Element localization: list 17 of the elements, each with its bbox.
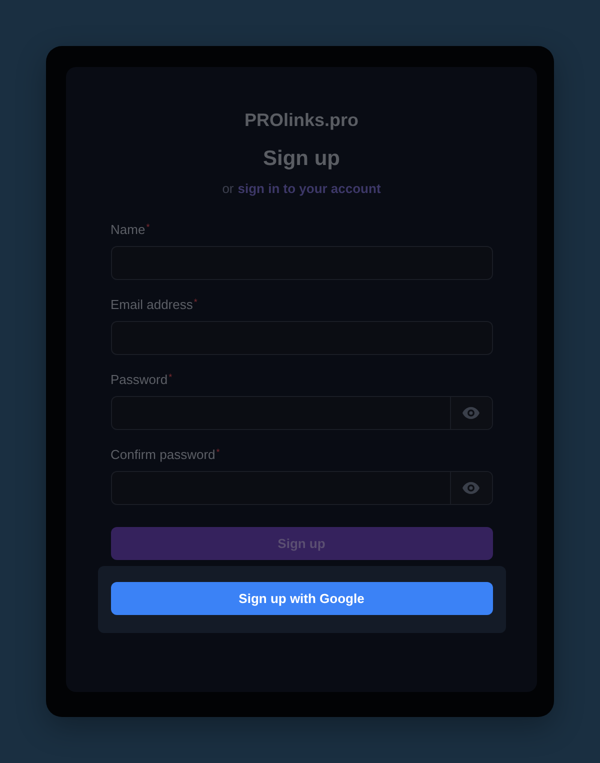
- field-label: Confirm password: [110, 447, 216, 462]
- required-marker: *: [194, 297, 198, 307]
- password-field[interactable]: [110, 396, 492, 430]
- brand-title: PROlinks.pro: [244, 110, 359, 131]
- sign-in-link[interactable]: sign in to your account: [238, 181, 381, 196]
- subtitle-text: or: [222, 181, 234, 196]
- password-field[interactable]: [110, 471, 492, 505]
- eye-icon: [462, 482, 480, 494]
- required-marker: *: [146, 222, 150, 232]
- page-heading: Sign up: [263, 147, 340, 171]
- google-sign-up-button[interactable]: Sign up with Google: [110, 582, 492, 615]
- required-marker: *: [216, 447, 220, 457]
- field-label: Name: [110, 222, 146, 237]
- required-marker: *: [168, 372, 172, 382]
- field-label: Password: [110, 372, 168, 387]
- field-label: Email address: [110, 297, 193, 312]
- eye-icon: [462, 407, 480, 419]
